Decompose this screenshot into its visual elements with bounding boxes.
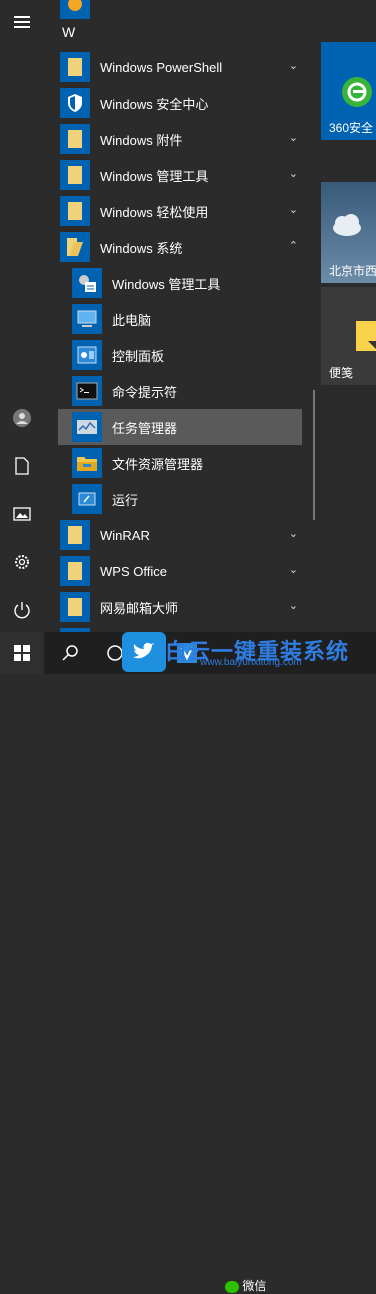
- folder-icon: [60, 520, 90, 550]
- user-account-icon[interactable]: [8, 404, 36, 432]
- taskbar-twitter-app[interactable]: [122, 632, 166, 672]
- list-item-wps-office[interactable]: WPS Office ⌄: [58, 553, 314, 589]
- task-manager-icon: [72, 412, 102, 442]
- shield-icon: [60, 88, 90, 118]
- app-tile-icon: [60, 0, 90, 19]
- section-letter[interactable]: W: [62, 24, 75, 40]
- list-item-label: 命令提示符: [112, 384, 178, 400]
- list-item-label: 文件资源管理器: [112, 456, 204, 472]
- tiles-panel: 360安全 北京市西 便笺: [318, 0, 376, 632]
- list-item-label: 网易邮箱大师: [100, 600, 179, 616]
- list-item-this-pc[interactable]: 此电脑: [58, 301, 314, 337]
- list-item-label: WPS Office: [100, 563, 167, 579]
- power-icon[interactable]: [8, 596, 36, 624]
- watermark-url: www.baiyunxitong.com: [200, 657, 302, 668]
- folder-icon: [60, 52, 90, 82]
- list-item-label: Windows 管理工具: [112, 276, 221, 292]
- list-item-label: Windows 安全中心: [100, 96, 209, 112]
- command-prompt-icon: [72, 376, 102, 406]
- list-item-run[interactable]: 运行: [58, 481, 314, 517]
- list-item-command-prompt[interactable]: 命令提示符: [58, 373, 314, 409]
- chevron-down-icon: ⌄: [288, 132, 298, 144]
- list-item-label: Windows 轻松使用: [100, 204, 209, 220]
- folder-icon: [60, 592, 90, 622]
- chevron-down-icon: ⌄: [288, 204, 298, 216]
- control-panel-icon: [72, 340, 102, 370]
- list-item-windows-accessories[interactable]: Windows 附件 ⌄: [58, 121, 314, 157]
- tile-sticky-notes[interactable]: 便笺: [321, 287, 376, 385]
- list-item-windows-system[interactable]: Windows 系统 ⌃: [58, 229, 314, 265]
- folder-icon: [60, 556, 90, 586]
- sticky-note-icon: [356, 321, 376, 351]
- list-item-partial-top[interactable]: [58, 0, 314, 22]
- tile-label: 360安全: [329, 121, 374, 135]
- chevron-down-icon: ⌄: [288, 168, 298, 180]
- list-item-label: Windows PowerShell: [100, 59, 223, 75]
- folder-icon: [60, 124, 90, 154]
- list-item-label: WinRAR: [100, 527, 150, 543]
- list-item-label: Windows 系统: [100, 240, 183, 256]
- taskbar-wechat[interactable]: 微信: [225, 1277, 266, 1294]
- list-item-label: Windows 附件: [100, 132, 183, 148]
- tile-label: 北京市西: [329, 264, 376, 278]
- list-item-winrar[interactable]: WinRAR ⌄: [58, 517, 314, 553]
- start-rail: [0, 0, 44, 632]
- documents-icon[interactable]: [8, 452, 36, 480]
- search-button[interactable]: [52, 632, 88, 674]
- list-item-label: 运行: [112, 492, 139, 508]
- wechat-label: 微信: [242, 1279, 267, 1293]
- folder-icon: [60, 196, 90, 226]
- list-scrollbar[interactable]: [313, 390, 315, 520]
- list-item-partial-bottom[interactable]: [58, 625, 314, 632]
- tile-label: 便笺: [329, 366, 354, 380]
- settings-gear-icon[interactable]: [8, 548, 36, 576]
- list-item-label: 任务管理器: [112, 420, 178, 436]
- folder-icon: [60, 160, 90, 190]
- list-item-control-panel[interactable]: 控制面板: [58, 337, 314, 373]
- cloud-icon: [333, 214, 361, 236]
- computer-icon: [72, 304, 102, 334]
- 360-security-icon: [342, 77, 372, 107]
- list-item-windows-admin-tools-sub[interactable]: Windows 管理工具: [58, 265, 314, 301]
- list-item-label: 此电脑: [112, 312, 152, 328]
- windows-logo-icon: [14, 645, 30, 661]
- list-item-windows-ease-of-access[interactable]: Windows 轻松使用 ⌄: [58, 193, 314, 229]
- chevron-down-icon: ⌄: [288, 528, 298, 540]
- folder-open-icon: [60, 232, 90, 262]
- list-item-label: 控制面板: [112, 348, 165, 364]
- app-list: W Windows PowerShell ⌄ Windows 安全中心 Wind…: [44, 0, 316, 632]
- chevron-down-icon: ⌄: [288, 60, 298, 72]
- list-item-task-manager[interactable]: 任务管理器: [58, 409, 302, 445]
- wechat-icon: [225, 1280, 239, 1293]
- list-item-netease-mail[interactable]: 网易邮箱大师 ⌄: [58, 589, 314, 625]
- list-item-windows-powershell[interactable]: Windows PowerShell ⌄: [58, 49, 314, 85]
- admin-tools-icon: [72, 268, 102, 298]
- chevron-down-icon: ⌄: [288, 600, 298, 612]
- tile-360-security[interactable]: 360安全: [321, 42, 376, 140]
- file-explorer-icon: [72, 448, 102, 478]
- hamburger-menu-icon[interactable]: [8, 8, 36, 36]
- start-button[interactable]: [0, 632, 44, 674]
- list-item-windows-admin-tools[interactable]: Windows 管理工具 ⌄: [58, 157, 314, 193]
- list-item-file-explorer[interactable]: 文件资源管理器: [58, 445, 314, 481]
- list-item-windows-security[interactable]: Windows 安全中心: [58, 85, 314, 121]
- pictures-icon[interactable]: [8, 500, 36, 528]
- chevron-up-icon: ⌃: [288, 240, 298, 252]
- run-icon: [72, 484, 102, 514]
- search-icon: [62, 645, 78, 661]
- chevron-down-icon: ⌄: [288, 564, 298, 576]
- list-item-label: Windows 管理工具: [100, 168, 209, 184]
- tile-weather[interactable]: 北京市西: [321, 182, 376, 283]
- bird-icon: [133, 642, 155, 659]
